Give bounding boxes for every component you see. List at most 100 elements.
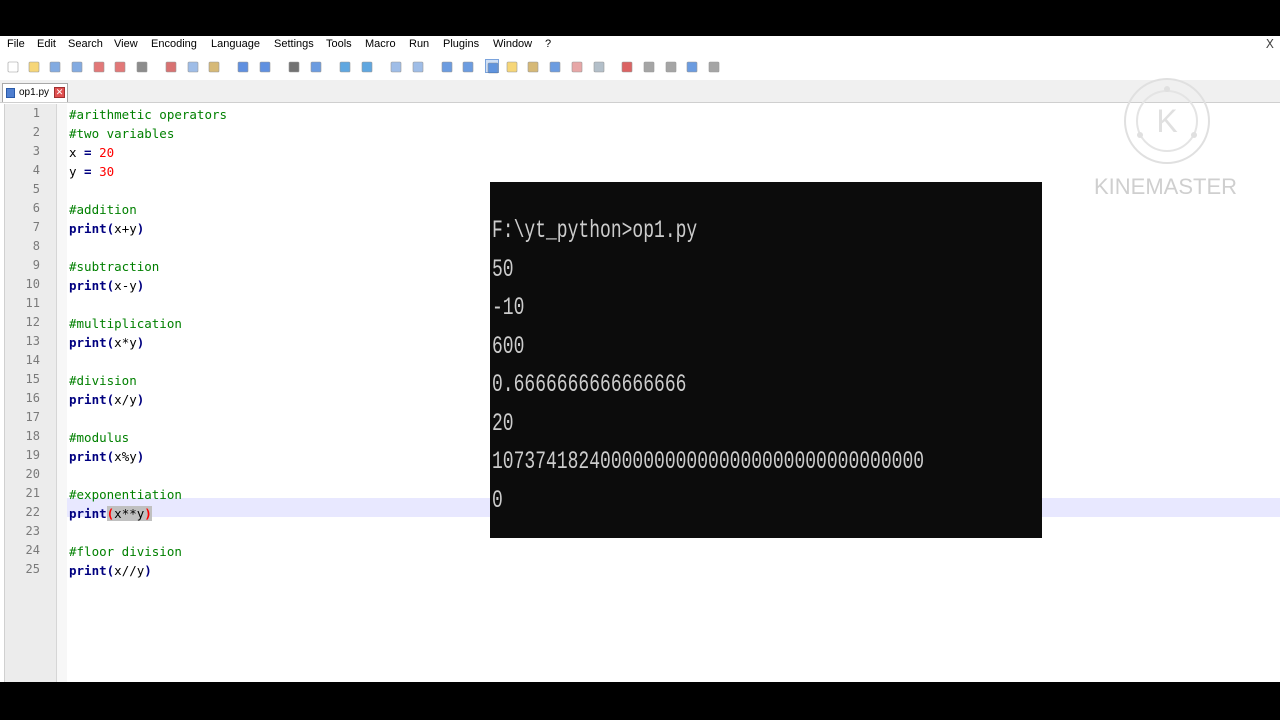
menu-window[interactable]: Window — [493, 38, 532, 50]
save-all-icon[interactable] — [70, 59, 84, 73]
sync-horizontal-icon[interactable] — [411, 59, 425, 73]
close-document-button[interactable]: X — [1266, 37, 1274, 51]
cut-icon[interactable] — [164, 59, 178, 73]
undo-icon[interactable] — [236, 59, 250, 73]
console-prompt: F:\yt_python>op1.py — [492, 216, 698, 245]
console-output-line: 1073741824000000000000000000000000000000 — [492, 447, 925, 476]
menu-plugins[interactable]: Plugins — [443, 38, 479, 50]
code-line: #floor division — [69, 544, 182, 559]
code-line: x = 20 — [69, 145, 115, 160]
line-number: 1 — [32, 106, 40, 120]
find-icon[interactable] — [287, 59, 301, 73]
code-line: #subtraction — [69, 259, 160, 274]
doc-map-icon[interactable] — [526, 59, 540, 73]
console-output-line: 0 — [492, 485, 503, 515]
code-line: print(x*y) — [69, 335, 145, 350]
line-number: 25 — [25, 562, 40, 576]
menu-edit[interactable]: Edit — [37, 38, 56, 50]
save-icon[interactable] — [48, 59, 62, 73]
menu-search[interactable]: Search — [68, 38, 103, 50]
line-number: 11 — [25, 296, 40, 310]
code-line: print(x//y) — [69, 563, 152, 578]
paste-icon[interactable] — [207, 59, 221, 73]
code-line: #multiplication — [69, 316, 182, 331]
line-number: 16 — [25, 391, 40, 405]
watermark-text: KINEMASTER — [1094, 174, 1238, 199]
run-macro-multiple-icon[interactable] — [685, 59, 699, 73]
open-file-icon[interactable] — [27, 59, 41, 73]
code-line: y = 30 — [69, 164, 115, 179]
line-number: 7 — [32, 220, 40, 234]
copy-icon[interactable] — [186, 59, 200, 73]
menu-run[interactable]: Run — [409, 38, 429, 50]
menu-encoding[interactable]: Encoding — [151, 38, 197, 50]
close-all-icon[interactable] — [113, 59, 127, 73]
console-output-line: 20 — [492, 408, 514, 438]
new-file-icon[interactable] — [6, 59, 20, 73]
line-number: 15 — [25, 372, 40, 386]
toolbar — [0, 55, 1280, 77]
line-number: 22 — [25, 505, 40, 519]
code-line: #modulus — [69, 430, 130, 445]
stop-record-icon[interactable] — [642, 59, 656, 73]
word-wrap-icon[interactable] — [440, 59, 454, 73]
show-all-chars-icon[interactable] — [461, 59, 475, 73]
monitoring-icon[interactable] — [592, 59, 606, 73]
console-output-line: 0.6666666666666666 — [492, 370, 687, 399]
line-number: 12 — [25, 315, 40, 329]
lang-udl-icon[interactable] — [505, 59, 519, 73]
folder-workspace-icon[interactable] — [570, 59, 584, 73]
code-line: #two variables — [69, 126, 175, 141]
kinemaster-logo-icon: K — [1124, 78, 1210, 164]
save-macro-icon[interactable] — [707, 59, 721, 73]
line-number: 8 — [32, 239, 40, 253]
menu-view[interactable]: View — [114, 38, 138, 50]
line-number: 5 — [32, 182, 40, 196]
print-icon[interactable] — [135, 59, 149, 73]
function-list-icon[interactable] — [548, 59, 562, 73]
line-number: 24 — [25, 543, 40, 557]
line-number: 19 — [25, 448, 40, 462]
redo-icon[interactable] — [258, 59, 272, 73]
tab-label: op1.py — [19, 87, 50, 98]
code-line: print(x-y) — [69, 278, 145, 293]
code-line: print(x/y) — [69, 392, 145, 407]
menu-macro[interactable]: Macro — [365, 38, 396, 50]
menu-settings[interactable]: Settings — [274, 38, 314, 50]
menu-language[interactable]: Language — [211, 38, 260, 50]
console-output-line: 600 — [492, 331, 525, 361]
console-output-window: F:\yt_python>op1.py 50 -10 600 0.66666666666… — [490, 182, 1042, 538]
menu-help[interactable]: ? — [545, 38, 551, 50]
line-number: 23 — [25, 524, 40, 538]
close-icon[interactable] — [92, 59, 106, 73]
play-macro-icon[interactable] — [664, 59, 678, 73]
code-line: #arithmetic operators — [69, 107, 228, 122]
line-number: 18 — [25, 429, 40, 443]
line-number: 4 — [32, 163, 40, 177]
zoom-out-icon[interactable] — [360, 59, 374, 73]
line-number: 3 — [32, 144, 40, 158]
fold-margin — [57, 104, 67, 682]
line-number: 21 — [25, 486, 40, 500]
record-macro-icon[interactable] — [620, 59, 634, 73]
menu-tools[interactable]: Tools — [326, 38, 352, 50]
code-line: #exponentiation — [69, 487, 182, 502]
line-number: 9 — [32, 258, 40, 272]
menu-file[interactable]: File — [7, 38, 25, 50]
line-number: 6 — [32, 201, 40, 215]
tab-close-icon[interactable]: ✕ — [54, 87, 65, 98]
zoom-in-icon[interactable] — [338, 59, 352, 73]
replace-icon[interactable] — [309, 59, 323, 73]
line-number-gutter: 1 2 3 4 5 6 7 8 9 10 11 12 13 14 15 16 17 18 19 20 21 22 23 24 2… — [5, 104, 57, 682]
line-number: 17 — [25, 410, 40, 424]
line-number: 2 — [32, 125, 40, 139]
indent-guide-icon[interactable] — [485, 59, 499, 74]
line-number: 13 — [25, 334, 40, 348]
code-line: #addition — [69, 202, 137, 217]
console-output-line: 50 — [492, 254, 514, 284]
tab-bar: op1.py ✕ — [0, 80, 1280, 103]
line-number: 20 — [25, 467, 40, 481]
tab-op1-py[interactable]: op1.py ✕ — [2, 83, 68, 102]
code-line: print(x**y) — [69, 506, 152, 521]
sync-vertical-icon[interactable] — [389, 59, 403, 73]
